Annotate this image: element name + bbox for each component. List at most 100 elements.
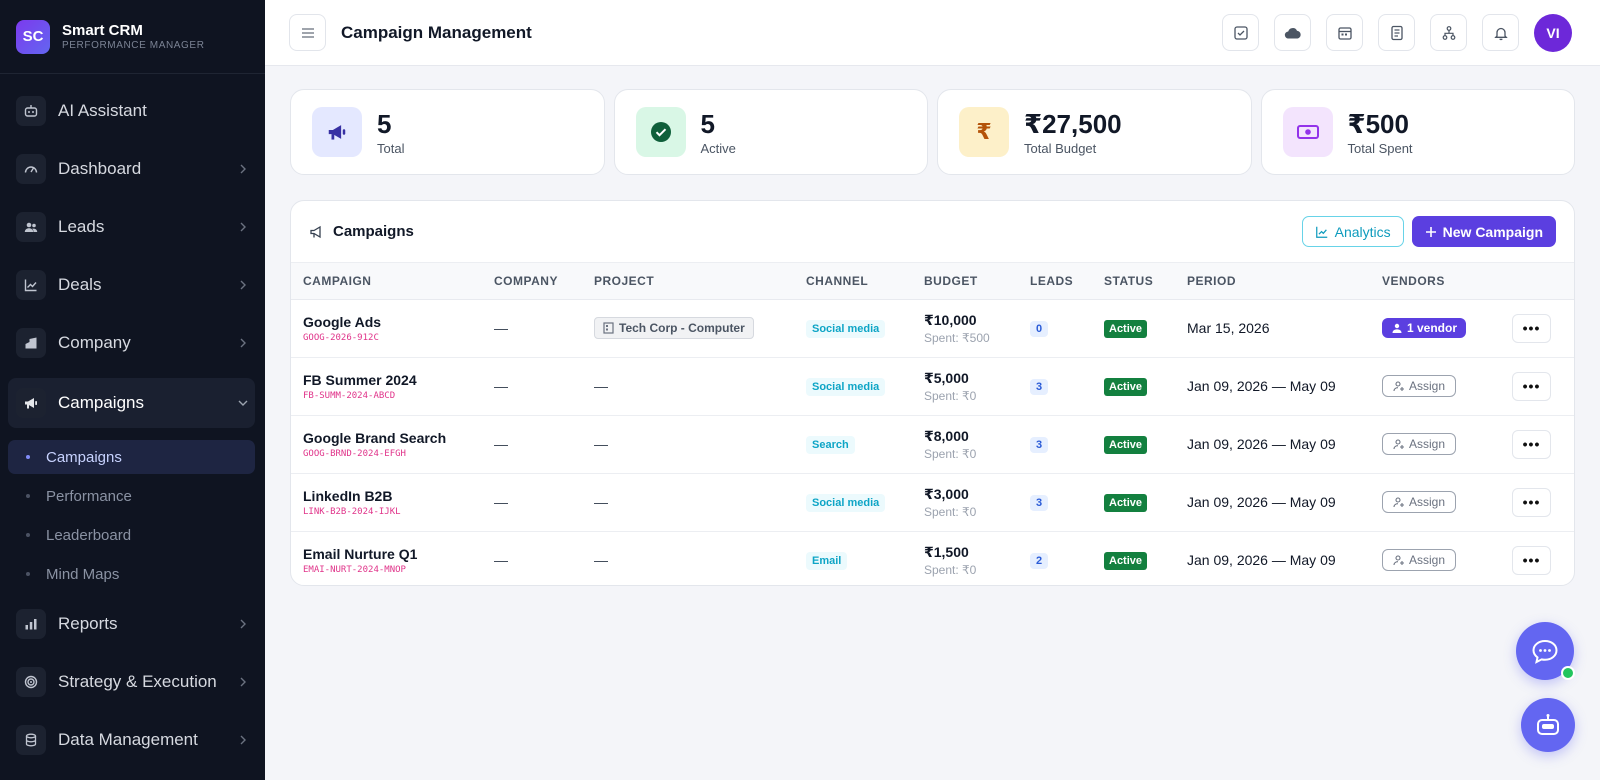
company-cell: — [482, 473, 582, 532]
sidebar-item-company[interactable]: Company [16, 320, 255, 366]
column-header[interactable]: VENDORS [1370, 263, 1500, 300]
table-row[interactable]: Email Nurture Q1 EMAI-NURT-2024-MNOP — — … [291, 531, 1574, 585]
sidebar-subitem-leaderboard[interactable]: Leaderboard [8, 518, 255, 552]
campaign-name[interactable]: Google Ads [303, 314, 482, 330]
row-actions-button[interactable]: ••• [1512, 313, 1551, 343]
trend-chart-icon [16, 270, 46, 300]
megaphone-icon [312, 107, 362, 157]
cloud-button[interactable] [1274, 14, 1311, 51]
column-header[interactable]: PROJECT [582, 263, 794, 300]
chevron-right-icon [240, 619, 246, 629]
new-campaign-label: New Campaign [1442, 223, 1543, 240]
sidebar-item-reports[interactable]: Reports [16, 601, 255, 647]
trend-chart-icon [1315, 226, 1327, 238]
campaigns-table: CAMPAIGN COMPANY PROJECT CHANNEL BUDGET … [291, 263, 1574, 585]
sidebar: SC Smart CRM PERFORMANCE MANAGER AI Assi… [0, 0, 265, 780]
row-actions-button[interactable]: ••• [1512, 545, 1551, 575]
assign-vendor-button[interactable]: Assign [1382, 549, 1457, 571]
menu-toggle-button[interactable] [289, 14, 326, 51]
cloud-icon [1284, 27, 1301, 39]
sidebar-item-campaigns[interactable]: Campaigns [8, 378, 255, 428]
column-header[interactable]: LEADS [1018, 263, 1092, 300]
campaigns-panel: Campaigns Analytics New Campaign CAMPAIG… [290, 200, 1575, 586]
sidebar-item-label: Reports [58, 614, 118, 633]
brand-subtitle: PERFORMANCE MANAGER [62, 39, 205, 51]
spent-value: Spent: ₹0 [924, 504, 977, 519]
budget-value: ₹5,000 [924, 369, 969, 386]
analytics-button[interactable]: Analytics [1301, 216, 1404, 247]
row-actions-button[interactable]: ••• [1512, 487, 1551, 517]
building-icon [16, 328, 46, 358]
sidebar-subitem-campaigns[interactable]: Campaigns [8, 440, 255, 474]
new-campaign-button[interactable]: New Campaign [1411, 216, 1556, 247]
campaign-code: LINK-B2B-2024-IJKL [303, 506, 401, 517]
assign-vendor-button[interactable]: Assign [1382, 375, 1457, 397]
bullet-icon [26, 494, 30, 498]
table-row[interactable]: Google Ads GOOG-2026-912C — Tech Corp - C… [291, 299, 1574, 358]
user-add-icon [1393, 555, 1404, 566]
row-actions-button[interactable]: ••• [1512, 371, 1551, 401]
campaign-name[interactable]: FB Summer 2024 [303, 372, 482, 388]
table-row[interactable]: Google Brand Search GOOG-BRND-2024-EFGH —… [291, 415, 1574, 474]
sidebar-item-label: Strategy & Execution [58, 672, 217, 691]
stat-value: ₹27,500 [1024, 108, 1122, 139]
sidebar-subitem-performance[interactable]: Performance [8, 479, 255, 513]
bullet-icon [26, 455, 30, 459]
spent-value: Spent: ₹0 [924, 388, 977, 403]
leads-count: 3 [1030, 495, 1049, 511]
bullet-icon [26, 572, 30, 576]
project-cell: — [582, 415, 794, 474]
campaign-name[interactable]: Google Brand Search [303, 430, 482, 446]
period-cell: Jan 09, 2026 — May 09 [1175, 531, 1370, 585]
user-avatar[interactable]: VI [1534, 13, 1572, 52]
campaign-name[interactable]: Email Nurture Q1 [303, 546, 482, 562]
column-header[interactable]: STATUS [1092, 263, 1175, 300]
sidebar-item-label: Company [58, 333, 131, 352]
ai-bot-fab-button[interactable] [1521, 698, 1575, 752]
org-chart-icon [1442, 25, 1455, 40]
vendor-badge[interactable]: 1 vendor [1382, 318, 1467, 338]
column-header[interactable]: COMPANY [482, 263, 582, 300]
sidebar-item-dashboard[interactable]: Dashboard [16, 146, 255, 192]
panel-title: Campaigns [333, 223, 414, 240]
row-actions-button[interactable]: ••• [1512, 429, 1551, 459]
project-chip[interactable]: Tech Corp - Computer [594, 317, 754, 339]
column-header[interactable]: CAMPAIGN [291, 263, 482, 300]
spent-value: Spent: ₹0 [924, 446, 977, 461]
sidebar-item-data-management[interactable]: Data Management [16, 717, 255, 763]
channel-badge: Search [806, 435, 855, 454]
notes-button[interactable] [1378, 14, 1415, 51]
brand-name: Smart CRM [62, 21, 143, 39]
sidebar-item-leads[interactable]: Leads [16, 204, 255, 250]
tasks-button[interactable] [1222, 14, 1259, 51]
campaign-name[interactable]: LinkedIn B2B [303, 488, 482, 504]
sidebar-item-strategy-execution[interactable]: Strategy & Execution [16, 659, 255, 705]
sidebar-subitem-mind-maps[interactable]: Mind Maps [8, 557, 255, 591]
table-row[interactable]: LinkedIn B2B LINK-B2B-2024-IJKL — — Socia… [291, 473, 1574, 532]
check-circle-icon [635, 107, 686, 157]
stat-value: ₹500 [1347, 108, 1409, 139]
sidebar-item-label: AI Assistant [58, 101, 147, 120]
project-cell: — [582, 531, 794, 585]
spent-value: Spent: ₹0 [924, 562, 977, 577]
assign-vendor-button[interactable]: Assign [1382, 491, 1457, 513]
sidebar-item-ai-assistant[interactable]: AI Assistant [16, 88, 255, 134]
sidebar-item-deals[interactable]: Deals [16, 262, 255, 308]
table-row[interactable]: FB Summer 2024 FB-SUMM-2024-ABCD — — Soci… [291, 357, 1574, 416]
column-header[interactable]: PERIOD [1175, 263, 1370, 300]
notifications-button[interactable] [1482, 14, 1519, 51]
chevron-down-icon [238, 400, 248, 406]
column-header[interactable]: BUDGET [912, 263, 1018, 300]
assign-label: Assign [1409, 553, 1446, 567]
company-cell: — [482, 357, 582, 416]
sidebar-item-label: Data Management [58, 730, 198, 749]
bell-icon [1493, 27, 1508, 40]
assign-vendor-button[interactable]: Assign [1382, 433, 1457, 455]
database-icon [16, 725, 46, 755]
stat-card-total-spent: ₹500 Total Spent [1260, 89, 1575, 175]
column-header[interactable]: CHANNEL [794, 263, 912, 300]
assign-label: Assign [1409, 495, 1446, 509]
calendar-button[interactable] [1326, 14, 1363, 51]
brand: SC Smart CRM PERFORMANCE MANAGER [0, 0, 265, 74]
org-chart-button[interactable] [1430, 14, 1467, 51]
